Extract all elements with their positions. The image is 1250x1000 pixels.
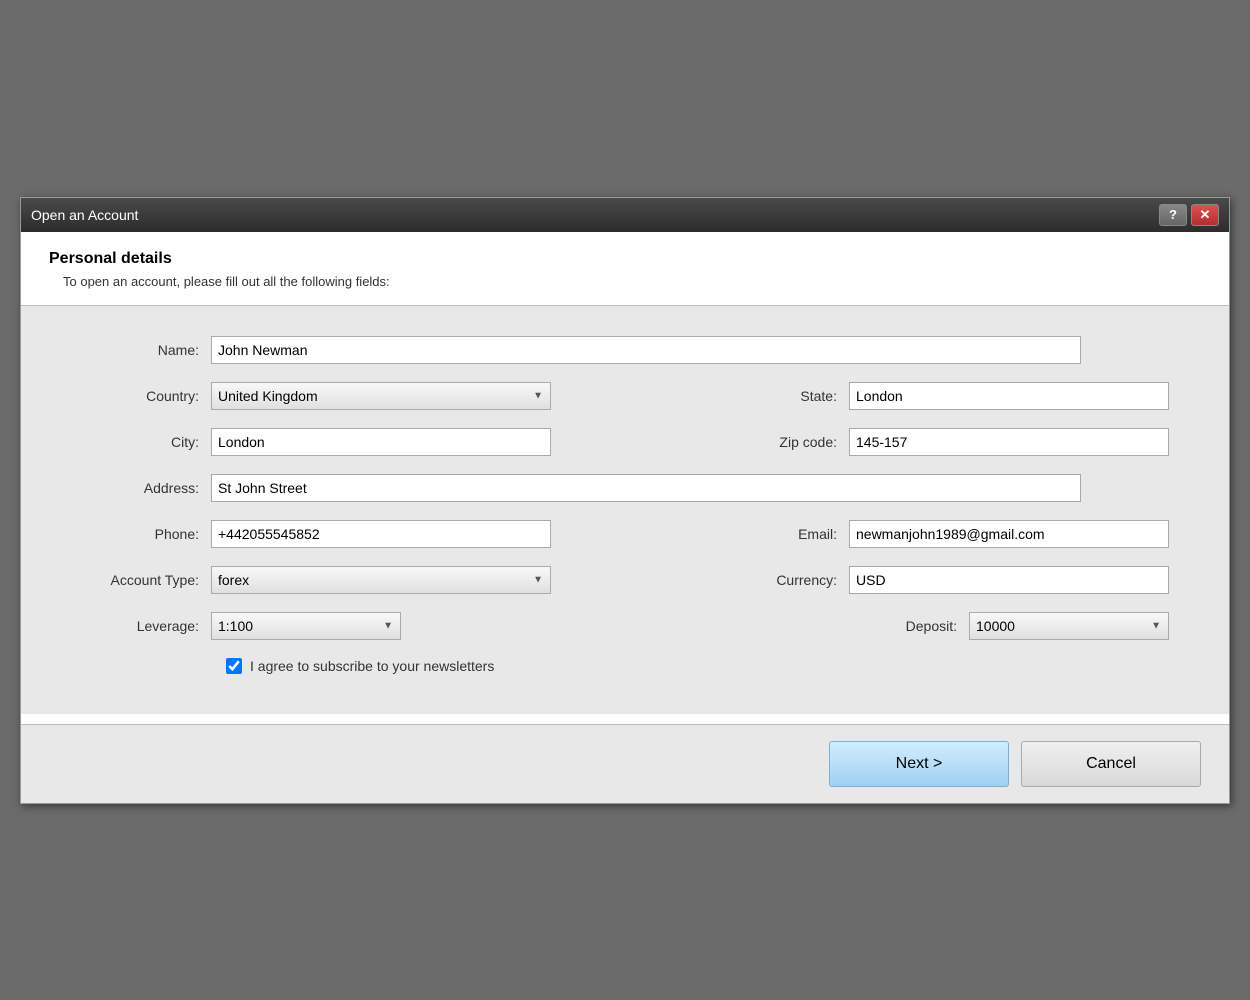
- deposit-select-wrapper: 1000 5000 10000 25000 50000: [969, 612, 1169, 640]
- newsletter-row: I agree to subscribe to your newsletters: [81, 658, 1169, 674]
- account-type-select[interactable]: forex stocks crypto commodities: [211, 566, 551, 594]
- phone-label: Phone:: [81, 526, 211, 542]
- city-col: City:: [81, 428, 551, 456]
- email-input[interactable]: [849, 520, 1169, 548]
- leverage-deposit-row: Leverage: 1:10 1:25 1:50 1:100 1:200 1:5…: [81, 612, 1169, 640]
- title-bar-buttons: ? ✕: [1159, 204, 1219, 226]
- name-label: Name:: [81, 342, 211, 358]
- title-bar: Open an Account ? ✕: [21, 198, 1229, 232]
- content-area: Personal details To open an account, ple…: [21, 232, 1229, 803]
- cancel-button[interactable]: Cancel: [1021, 741, 1201, 787]
- leverage-select-wrapper: 1:10 1:25 1:50 1:100 1:200 1:500: [211, 612, 401, 640]
- address-input[interactable]: [211, 474, 1081, 502]
- dialog-title: Open an Account: [31, 207, 138, 223]
- state-label: State:: [769, 388, 849, 404]
- phone-input[interactable]: [211, 520, 551, 548]
- country-col: Country: United Kingdom United States Ca…: [81, 382, 551, 410]
- title-bar-left: Open an Account: [31, 207, 138, 223]
- newsletter-label[interactable]: I agree to subscribe to your newsletters: [250, 658, 494, 674]
- zip-col: Zip code:: [749, 428, 1169, 456]
- currency-input[interactable]: [849, 566, 1169, 594]
- next-button[interactable]: Next >: [829, 741, 1009, 787]
- phone-email-row: Phone: Email:: [81, 520, 1169, 548]
- zip-input[interactable]: [849, 428, 1169, 456]
- section-title: Personal details: [49, 250, 1201, 268]
- leverage-col: Leverage: 1:10 1:25 1:50 1:100 1:200 1:5…: [81, 612, 401, 640]
- currency-label: Currency:: [749, 572, 849, 588]
- leverage-select[interactable]: 1:10 1:25 1:50 1:100 1:200 1:500: [211, 612, 401, 640]
- phone-col: Phone:: [81, 520, 551, 548]
- country-select[interactable]: United Kingdom United States Canada Aust…: [211, 382, 551, 410]
- currency-col: Currency:: [749, 566, 1169, 594]
- deposit-select[interactable]: 1000 5000 10000 25000 50000: [969, 612, 1169, 640]
- country-state-row: Country: United Kingdom United States Ca…: [81, 382, 1169, 410]
- close-button[interactable]: ✕: [1191, 204, 1219, 226]
- button-bar: Next > Cancel: [21, 725, 1229, 803]
- address-row: Address:: [81, 474, 1169, 502]
- city-input[interactable]: [211, 428, 551, 456]
- account-currency-row: Account Type: forex stocks crypto commod…: [81, 566, 1169, 594]
- leverage-label: Leverage:: [81, 618, 211, 634]
- email-label: Email:: [769, 526, 849, 542]
- account-type-select-wrapper: forex stocks crypto commodities: [211, 566, 551, 594]
- email-col: Email:: [769, 520, 1169, 548]
- newsletter-checkbox[interactable]: [226, 658, 242, 674]
- country-label: Country:: [81, 388, 211, 404]
- help-button[interactable]: ?: [1159, 204, 1187, 226]
- header-section: Personal details To open an account, ple…: [21, 232, 1229, 305]
- country-select-wrapper: United Kingdom United States Canada Aust…: [211, 382, 551, 410]
- address-label: Address:: [81, 480, 211, 496]
- city-zip-row: City: Zip code:: [81, 428, 1169, 456]
- deposit-col: Deposit: 1000 5000 10000 25000 50000: [869, 612, 1169, 640]
- state-input[interactable]: [849, 382, 1169, 410]
- form-section: Name: Country: United Kingdom United Sta…: [21, 306, 1229, 714]
- state-col: State:: [769, 382, 1169, 410]
- account-type-col: Account Type: forex stocks crypto commod…: [81, 566, 551, 594]
- section-subtitle: To open an account, please fill out all …: [49, 274, 1201, 289]
- account-type-label: Account Type:: [81, 572, 211, 588]
- zip-label: Zip code:: [749, 434, 849, 450]
- deposit-label: Deposit:: [869, 618, 969, 634]
- dialog-window: Open an Account ? ✕ Personal details To …: [20, 197, 1230, 804]
- name-row: Name:: [81, 336, 1169, 364]
- name-input[interactable]: [211, 336, 1081, 364]
- city-label: City:: [81, 434, 211, 450]
